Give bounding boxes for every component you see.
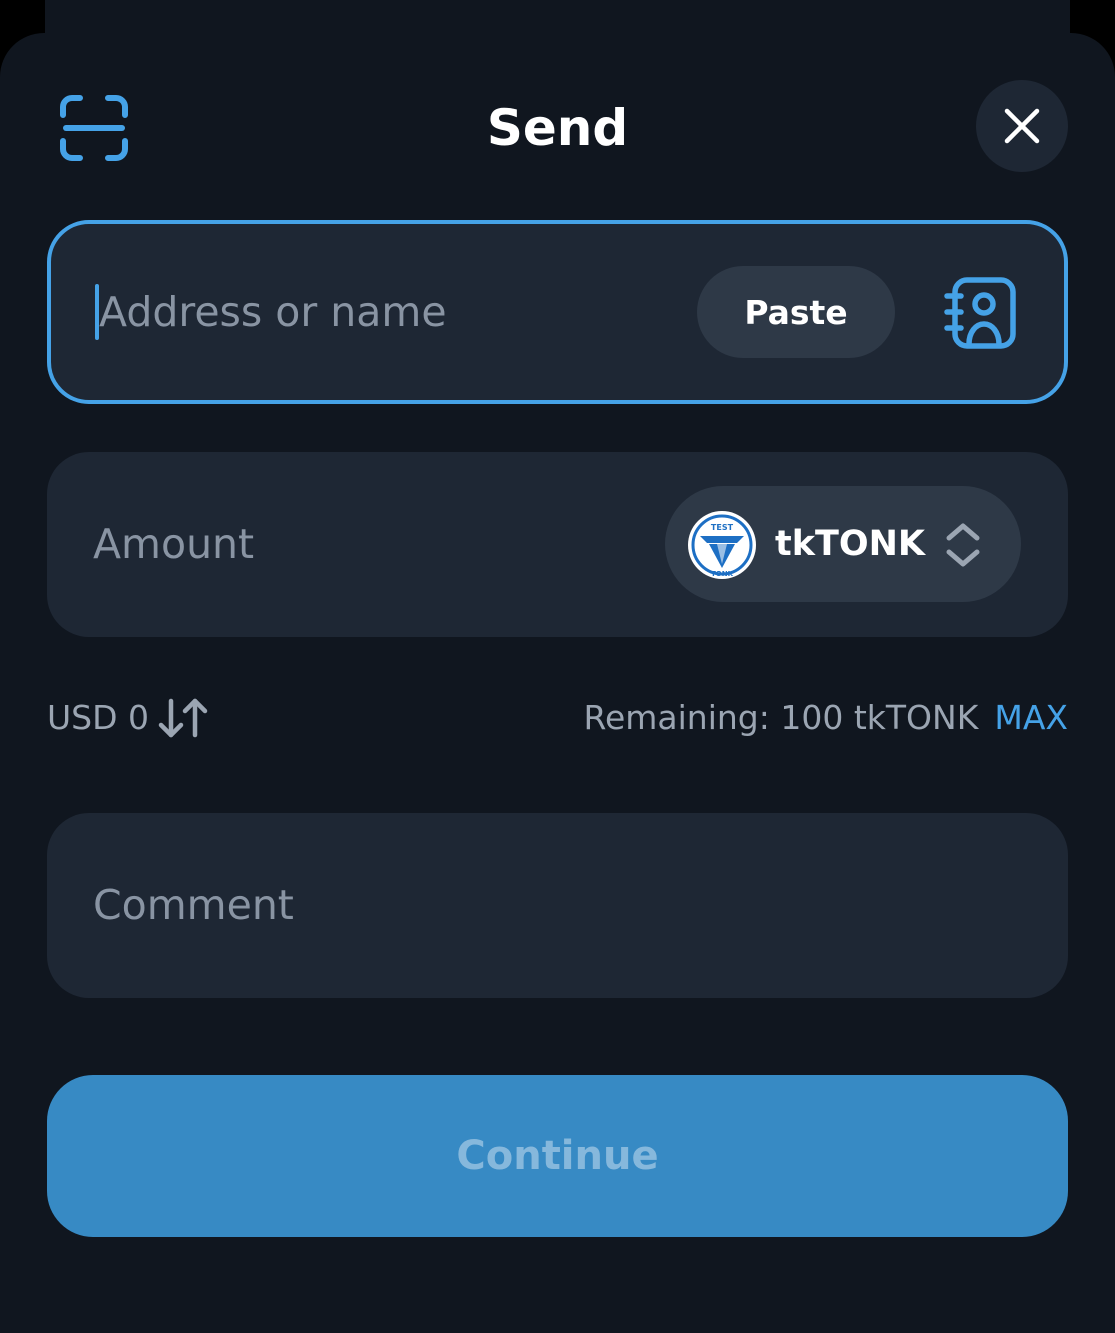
swap-arrows-icon [158,698,208,738]
max-button[interactable]: MAX [994,693,1068,743]
continue-button[interactable]: Continue [47,1075,1068,1237]
remaining-label: Remaining: 100 tkTONK [583,698,979,737]
qr-scan-icon [60,95,128,161]
close-button[interactable] [976,80,1068,172]
modal-header: Send [0,33,1115,223]
send-modal: Send Paste [0,33,1115,1333]
chevron-up-down-icon [946,523,980,567]
address-book-icon [944,277,1016,349]
token-selector[interactable]: TEST TONK tkTONK [665,486,1021,602]
amount-input[interactable] [89,498,633,590]
amount-field: TEST TONK tkTONK [47,452,1068,637]
contacts-button[interactable] [941,274,1021,354]
token-symbol: tkTONK [775,524,926,564]
tktonk-token-logo: TEST TONK [688,511,756,579]
address-field: Paste [47,220,1068,404]
comment-field [47,813,1068,998]
comment-input[interactable] [89,859,1013,951]
close-icon [1004,108,1040,144]
token-logo-bottom-text: TONK [711,570,734,578]
address-input[interactable] [93,266,689,358]
currency-toggle[interactable]: USD 0 [47,693,211,743]
fiat-value: USD 0 [47,698,149,737]
paste-button[interactable]: Paste [697,266,895,358]
remaining-balance: Remaining: 100 tkTONK MAX [584,693,1068,743]
page-title: Send [486,99,629,157]
token-logo-top-text: TEST [711,523,734,532]
amount-info-row: USD 0 Remaining: 100 tkTONK MAX [47,693,1068,743]
qr-scan-button[interactable] [58,93,130,163]
